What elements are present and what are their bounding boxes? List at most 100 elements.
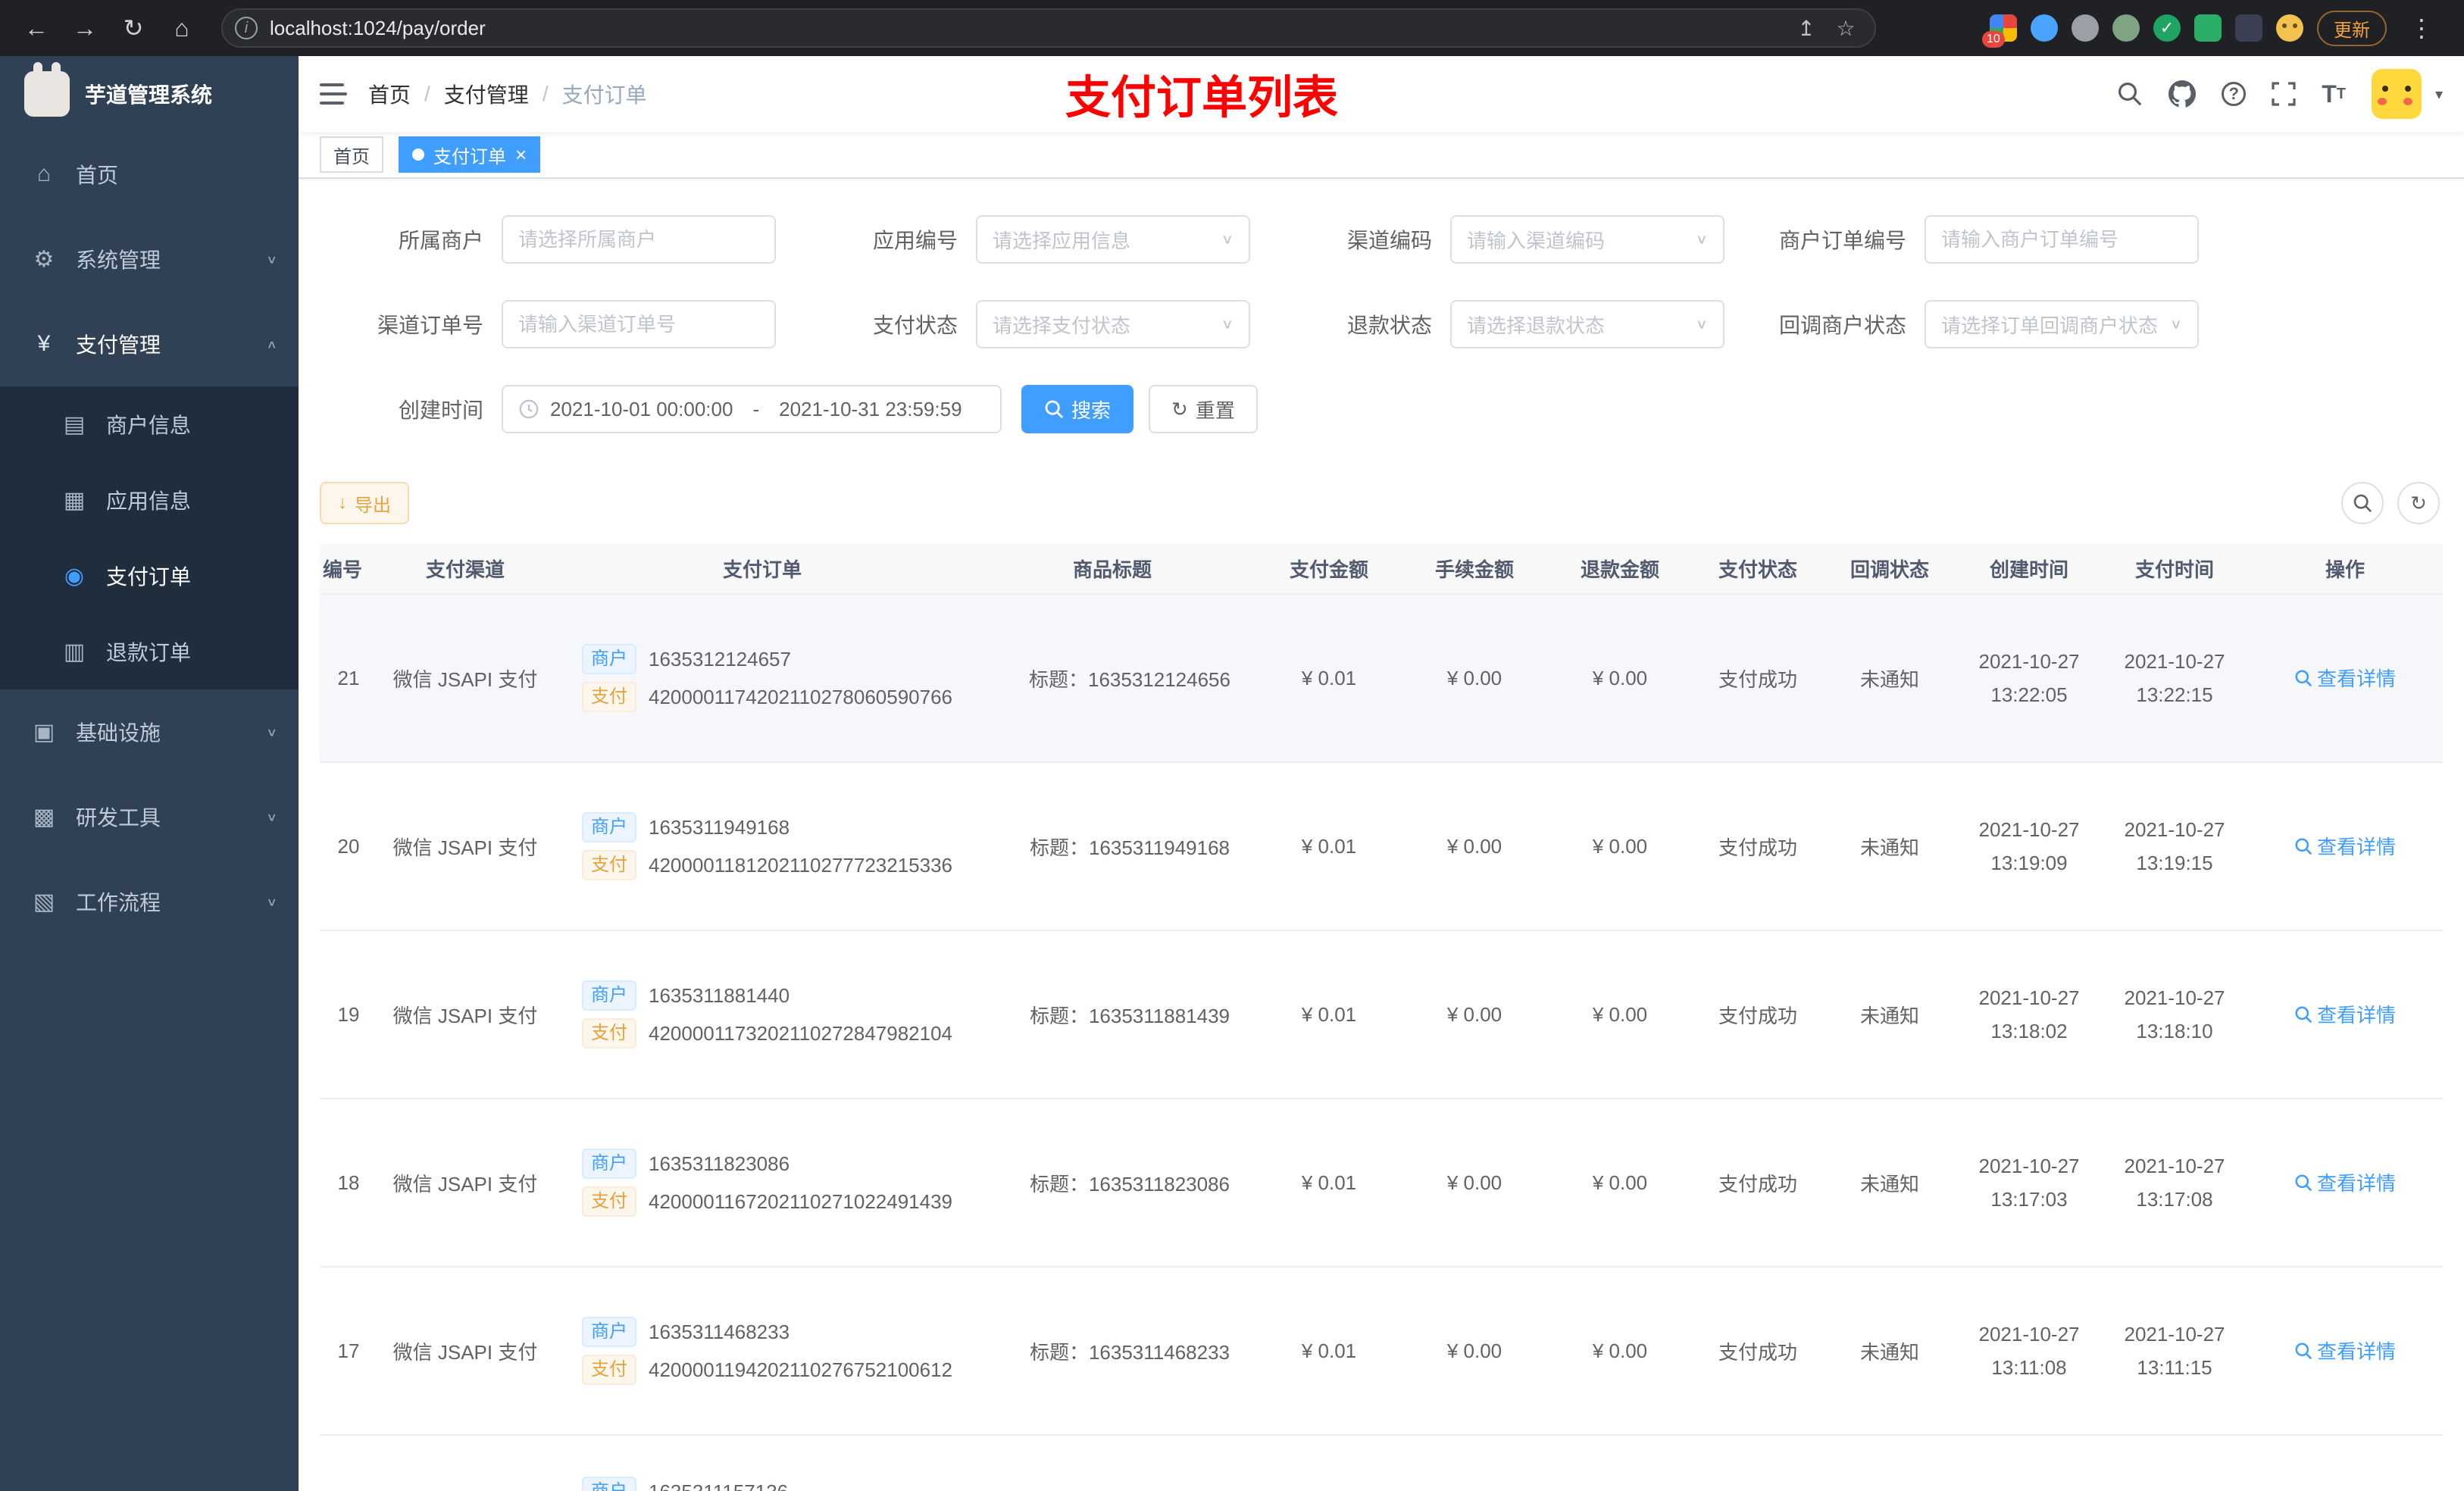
github-icon[interactable] [2169,80,2197,108]
extension-chat-icon[interactable] [2194,14,2222,42]
create-time-range-picker[interactable]: 2021-10-01 00:00:00 - 2021-10-31 23:59:5… [502,385,1002,433]
forward-icon[interactable]: → [64,7,106,49]
notify-cell: 未通知 [1823,762,1956,931]
sidebar-item-devtools[interactable]: ▩ 研发工具 ∨ [0,774,299,859]
chevron-down-icon: ∨ [1695,316,1708,332]
refund-status-filter-select[interactable]: 请选择退款状态 ∨ [1450,300,1724,349]
merchant-order-filter-input[interactable] [1925,215,2199,264]
merchant-tag: 商户 [582,1317,636,1347]
sidebar-item-app-info[interactable]: ▦ 应用信息 [0,462,299,538]
sidebar-item-refund-order[interactable]: ▥ 退款订单 [0,614,299,689]
top-navbar: 首页 / 支付管理 / 支付订单 支付订单列表 ? TT ▾ [299,56,2464,132]
pay-order-cell: 商户 1635311468233 支付 42000011942021102767… [556,1267,968,1436]
sidebar-item-pay[interactable]: ¥ 支付管理 ∧ [0,302,299,386]
toggle-search-button[interactable] [2341,482,2384,524]
order-id-cell: 21 [320,594,374,763]
merchant-order-no: 1635312124657 [649,647,791,670]
merchant-filter-input[interactable] [502,215,776,264]
url-text[interactable]: localhost:1024/pay/order [270,17,1778,40]
chevron-up-icon: ∧ [266,338,277,351]
hamburger-icon[interactable] [299,56,368,132]
reset-button[interactable]: ↻ 重置 [1149,385,1258,433]
pay-status-filter-select[interactable]: 请选择支付状态 ∨ [976,300,1250,349]
fullscreen-icon[interactable] [2272,82,2296,106]
close-icon[interactable]: × [515,145,527,164]
avatar-caret-icon[interactable]: ▾ [2435,85,2443,104]
tab-home[interactable]: 首页 [320,136,383,173]
browser-home-icon[interactable]: ⌂ [161,7,203,49]
view-detail-link[interactable]: 查看详情 [2294,1000,2396,1028]
create-clock: 13:22:05 [1990,683,2068,706]
breadcrumb-home[interactable]: 首页 [368,79,411,109]
browser-menu-icon[interactable]: ⋮ [2400,7,2443,49]
reload-icon[interactable]: ↻ [112,7,155,49]
channel-order-filter-input[interactable] [502,300,776,349]
sidebar-item-system[interactable]: ⚙ 系统管理 ∨ [0,217,299,302]
notify-cell: 未通知 [1823,930,1956,1099]
browser-chrome: ← → ↻ ⌂ i localhost:1024/pay/order ↥ ☆ 1… [0,0,2464,56]
pay-date: 2021-10-27 [2124,650,2225,673]
pay-channel-cell: 微信 JSAPI 支付 [374,1267,556,1436]
notify-status-filter-select[interactable]: 请选择订单回调商户状态 ∨ [1925,300,2199,349]
back-icon[interactable]: ← [15,7,58,49]
profile-avatar-icon[interactable] [2276,14,2303,42]
bookmark-star-icon[interactable]: ☆ [1829,11,1862,45]
sidebar-item-infra[interactable]: ▣ 基础设施 ∨ [0,689,299,774]
export-button[interactable]: ↓ 导出 [320,482,409,524]
extension-drop-icon[interactable] [2031,14,2058,42]
view-detail-link[interactable]: 查看详情 [2294,1336,2396,1364]
share-icon[interactable]: ↥ [1790,11,1823,45]
browser-update-button[interactable]: 更新 [2317,10,2387,46]
extension-pin-icon[interactable] [2235,14,2262,42]
date-start-value[interactable]: 2021-10-01 00:00:00 [550,398,733,421]
merchant-order-no: 1635311468233 [649,1320,790,1343]
breadcrumb: 首页 / 支付管理 / 支付订单 [368,79,647,109]
notify-cell: 未通知 [1823,1267,1956,1436]
font-size-icon[interactable]: TT [2322,80,2346,108]
refund-cell: ¥ 0.00 [1547,930,1693,1099]
table-row: 20 微信 JSAPI 支付 商户 1635311949168 支付 42000… [320,762,2443,931]
extension-grey-icon[interactable] [2072,14,2099,42]
merchant-tag: 商户 [582,1477,636,1491]
pay-order-no: 4200001167202110271022491439 [649,1189,953,1213]
sidebar-item-label: 商户信息 [106,414,192,437]
tab-pay-order[interactable]: 支付订单 × [399,136,541,173]
channel-code-filter-select[interactable]: 请输入渠道编码 ∨ [1450,215,1724,264]
extension-sage-icon[interactable] [2112,14,2140,42]
refund-cell: ¥ 0.00 [1547,1099,1693,1268]
logo[interactable]: 芋道管理系统 [0,56,299,132]
view-detail-link[interactable]: 查看详情 [2294,832,2396,860]
breadcrumb-current: 支付订单 [561,83,647,107]
sidebar-item-workflow[interactable]: ▧ 工作流程 ∨ [0,859,299,944]
order-id-cell: 17 [320,1267,374,1436]
page-title: 支付订单列表 [1065,72,1338,123]
col-header-id: 编号 [320,544,374,595]
page-content: 所属商户 应用编号 请选择应用信息 ∨ 渠道编码 请输入渠道编码 ∨ [299,179,2464,1491]
search-icon[interactable] [2117,81,2143,107]
view-detail-link[interactable]: 查看详情 [2294,664,2396,692]
date-end-value[interactable]: 2021-10-31 23:59:59 [779,398,962,421]
extension-check-icon[interactable]: ✓ [2153,14,2181,42]
status-cell: 支付成功 [1693,1099,1823,1268]
sidebar-item-home[interactable]: ⌂ 首页 [0,132,299,217]
extension-puzzle-icon[interactable]: 10 [1982,14,2017,48]
merchant-tag: 商户 [582,644,636,674]
col-header-amount: 支付金额 [1256,544,1402,595]
action-cell: 查看详情 [2247,1267,2443,1436]
pay-channel-cell: 微信 JSAPI 支付 [374,762,556,931]
site-info-icon[interactable]: i [235,17,258,39]
table-row: 19 微信 JSAPI 支付 商户 1635311881440 支付 42000… [320,930,2443,1099]
address-bar[interactable]: i localhost:1024/pay/order ↥ ☆ [221,8,1876,48]
sidebar: 芋道管理系统 ⌂ 首页 ⚙ 系统管理 ∨ ¥ 支付管理 ∧ ▤ 商户信息 ▦ 应… [0,56,299,1491]
refresh-table-button[interactable]: ↻ [2397,482,2440,524]
sidebar-item-pay-order[interactable]: ◉ 支付订单 [0,538,299,614]
select-placeholder: 请选择订单回调商户状态 [1941,314,2159,337]
search-button[interactable]: 搜索 [1021,385,1134,433]
user-avatar[interactable] [2371,69,2422,119]
view-detail-link[interactable]: 查看详情 [2294,1168,2396,1196]
help-icon[interactable]: ? [2222,82,2247,106]
app-filter-select[interactable]: 请选择应用信息 ∨ [976,215,1250,264]
app-filter-label: 应用编号 [872,229,958,252]
sidebar-item-merchant-info[interactable]: ▤ 商户信息 [0,386,299,462]
sidebar-item-label: 支付订单 [106,565,192,589]
